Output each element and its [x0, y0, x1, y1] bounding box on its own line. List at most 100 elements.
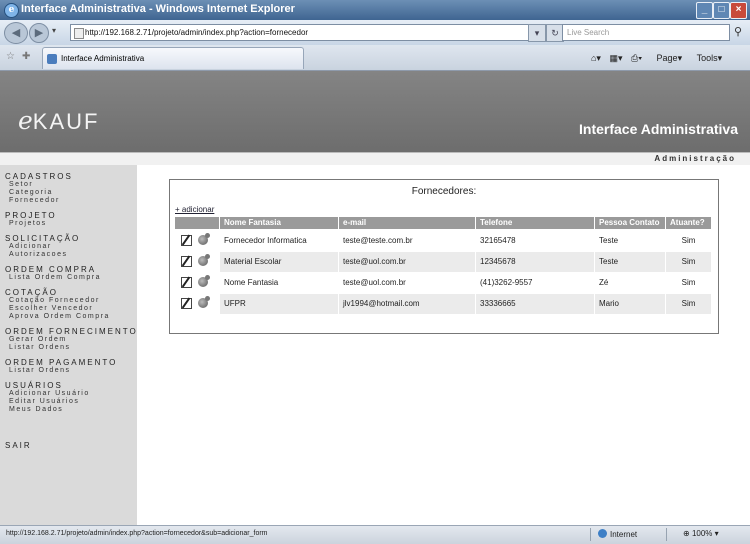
- cell-atuante: Sim: [681, 236, 696, 245]
- status-divider: [590, 528, 591, 541]
- sidebar-item-sair[interactable]: SAIR: [5, 441, 32, 450]
- home-icon[interactable]: ⌂▾: [591, 53, 601, 63]
- panel-title: Fornecedores:: [411, 186, 477, 197]
- page-menu[interactable]: Page▾: [651, 53, 683, 63]
- sidebar-item-listar-ordens-fornecimento[interactable]: Listar Ordens: [9, 344, 71, 351]
- sidebar-section-cotacao: COTAÇÃO: [5, 288, 58, 297]
- sidebar-item-fornecedor[interactable]: Fornecedor: [9, 197, 60, 204]
- sidebar-item-categoria[interactable]: Categoria: [9, 189, 53, 196]
- tab-toolbar: ☆ ✚ Interface Administrativa ⌂▾ ▦▾ ⎙▾ Pa…: [0, 45, 750, 71]
- delete-icon[interactable]: [197, 254, 210, 268]
- sidebar-section-solicitacao: SOLICITAÇÃO: [5, 234, 81, 243]
- tab-page-icon: [47, 54, 57, 64]
- cell-atuante: Sim: [666, 294, 711, 314]
- close-button[interactable]: ×: [730, 2, 747, 19]
- edit-icon[interactable]: [181, 256, 192, 267]
- site-header: eKAUF Interface Administrativa: [0, 71, 750, 163]
- cell-contato: Mario: [595, 294, 665, 314]
- address-dropdown-icon[interactable]: ▾: [528, 24, 546, 42]
- sidebar-item-adicionar[interactable]: Adicionar: [9, 243, 52, 250]
- sidebar-item-editar-usuarios[interactable]: Editar Usuários: [9, 398, 79, 405]
- tab-label: Interface Administrativa: [61, 54, 145, 63]
- row-actions: [175, 294, 219, 314]
- sidebar-item-gerar-ordem[interactable]: Gerar Ordem: [9, 336, 67, 343]
- sidebar-item-projetos[interactable]: Projetos: [9, 220, 47, 227]
- cell-contato: Teste: [595, 252, 665, 272]
- fornecedores-panel: Fornecedores: + adicionar Nome Fantasia …: [169, 179, 719, 334]
- logo-rest: KAUF: [32, 109, 100, 134]
- edit-icon[interactable]: [181, 277, 192, 288]
- cell-email: jlv1994@hotmail.com: [339, 294, 475, 314]
- sidebar-section-usuarios: USUÁRIOS: [5, 381, 63, 390]
- cell-nome: Nome Fantasia: [224, 278, 279, 287]
- table-row: Nome Fantasia teste@uol.com.br (41)3262-…: [175, 273, 711, 293]
- delete-icon[interactable]: [197, 233, 210, 247]
- zoom-control[interactable]: ⊕ 100% ▾: [683, 529, 719, 538]
- window-titlebar: e Interface Administrativa - Windows Int…: [0, 0, 750, 20]
- site-logo: eKAUF: [18, 106, 99, 135]
- sidebar-item-meus-dados[interactable]: Meus Dados: [9, 406, 63, 413]
- sidebar-item-autorizacoes[interactable]: Autorizacoes: [9, 251, 67, 258]
- table-row: Material Escolar teste@uol.com.br 123456…: [175, 252, 711, 272]
- sidebar-item-listar-ordens-pagamento[interactable]: Listar Ordens: [9, 367, 71, 374]
- sidebar-item-cotacao-fornecedor[interactable]: Cotação Fornecedor: [9, 297, 100, 304]
- header-email: e-mail: [339, 217, 475, 229]
- cell-contato: Teste: [599, 236, 619, 245]
- table-row: Fornecedor Informatica teste@teste.com.b…: [175, 231, 711, 251]
- command-bar: ⌂▾ ▦▾ ⎙▾ Page▾ Tools▾: [585, 53, 722, 64]
- search-input[interactable]: Live Search: [562, 24, 730, 41]
- header-telefone: Telefone: [476, 217, 594, 229]
- header-pessoa-contato: Pessoa Contato: [595, 217, 665, 229]
- row-actions: [175, 273, 219, 293]
- favorites-star-icon[interactable]: ☆: [6, 51, 15, 62]
- cell-nome: UFPR: [220, 294, 338, 314]
- header-title: Interface Administrativa: [579, 121, 738, 137]
- tab-interface-administrativa[interactable]: Interface Administrativa: [42, 47, 304, 69]
- history-dropdown-icon[interactable]: ▾: [52, 26, 56, 35]
- sidebar-section-projeto: PROJETO: [5, 211, 57, 220]
- table-row: UFPR jlv1994@hotmail.com 33336665 Mario …: [175, 294, 711, 314]
- sidebar-item-adicionar-usuario[interactable]: Adicionar Usuário: [9, 390, 90, 397]
- sidebar-item-setor[interactable]: Setor: [9, 181, 33, 188]
- sidebar-item-escolher-vencedor[interactable]: Escolher Vencedor: [9, 305, 93, 312]
- add-favorite-icon[interactable]: ✚: [22, 51, 30, 62]
- cell-atuante: Sim: [666, 252, 711, 272]
- add-fornecedor-link[interactable]: + adicionar: [175, 205, 214, 214]
- sidebar-section-ordem-pagamento: ORDEM PAGAMENTO: [5, 358, 118, 367]
- sidebar-section-cadastros: CADASTROS: [5, 172, 73, 181]
- cell-telefone: (41)3262-9557: [480, 278, 533, 287]
- sidebar-section-ordem-fornecimento: ORDEM FORNECIMENTO: [5, 327, 138, 336]
- back-icon[interactable]: ◀: [4, 22, 28, 44]
- tools-menu[interactable]: Tools▾: [691, 53, 723, 63]
- delete-icon[interactable]: [197, 296, 210, 310]
- minimize-button[interactable]: _: [696, 2, 713, 19]
- address-toolbar: ◀ ▶ ▾ http://192.168.2.71/projeto/admin/…: [0, 20, 750, 45]
- print-icon[interactable]: ⎙▾: [631, 53, 642, 63]
- header-actions: [175, 217, 219, 229]
- search-icon[interactable]: ⚲: [730, 24, 746, 40]
- sidebar-section-ordem-compra: ORDEM COMPRA: [5, 265, 97, 274]
- row-actions: [175, 231, 219, 251]
- security-zone[interactable]: Internet: [598, 529, 637, 539]
- cell-nome: Material Escolar: [220, 252, 338, 272]
- forward-icon[interactable]: ▶: [29, 23, 49, 43]
- page-icon: [74, 28, 84, 39]
- zone-label: Internet: [610, 530, 638, 539]
- sidebar-item-lista-ordem-compra[interactable]: Lista Ordem Compra: [9, 274, 101, 281]
- maximize-button[interactable]: □: [713, 2, 730, 19]
- delete-icon[interactable]: [197, 275, 210, 289]
- sidebar-item-aprova-ordem-compra[interactable]: Aprova Ordem Compra: [9, 313, 110, 320]
- cell-email: teste@teste.com.br: [343, 236, 413, 245]
- address-input[interactable]: http://192.168.2.71/projeto/admin/index.…: [70, 24, 542, 41]
- cell-email: teste@uol.com.br: [343, 278, 406, 287]
- address-url: http://192.168.2.71/projeto/admin/index.…: [85, 28, 309, 37]
- cell-telefone: 32165478: [480, 236, 516, 245]
- sub-header: Administração: [0, 152, 750, 166]
- status-link-url: http://192.168.2.71/projeto/admin/index.…: [6, 530, 268, 537]
- sub-header-label: Administração: [654, 154, 736, 163]
- cell-email: teste@uol.com.br: [339, 252, 475, 272]
- header-nome-fantasia: Nome Fantasia: [220, 217, 338, 229]
- edit-icon[interactable]: [181, 235, 192, 246]
- feeds-icon[interactable]: ▦▾: [609, 53, 622, 63]
- edit-icon[interactable]: [181, 298, 192, 309]
